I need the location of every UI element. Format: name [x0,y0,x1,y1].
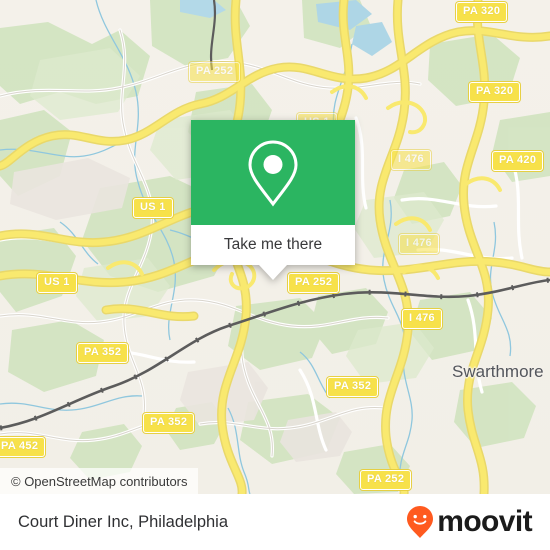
moovit-logo[interactable]: moovit [405,505,533,539]
road-shield[interactable]: PA 420 [492,151,544,171]
moovit-pin-smiley-icon [407,506,434,538]
popup-header [191,120,355,225]
osm-attribution[interactable]: © OpenStreetMap contributors [0,468,198,494]
location-popup-card[interactable]: Take me there [191,120,355,280]
place-label-swarthmore: Swarthmore [452,362,544,381]
road-shield[interactable]: PA 252 [288,273,340,293]
location-pin-icon [248,139,298,206]
osm-attribution-text: © OpenStreetMap contributors [11,473,188,489]
road-shield[interactable]: PA 352 [327,377,379,397]
map-canvas[interactable]: Swarthmore PA 320 PA 252 PA 320 US 1 I 4… [0,0,550,494]
popup-action-bar[interactable]: Take me there [191,225,355,265]
road-shield[interactable]: PA 452 [0,437,46,457]
road-shield[interactable]: I 476 [402,309,442,329]
road-shield[interactable]: US 1 [37,273,77,293]
place-title: Court Diner Inc, Philadelphia [18,512,229,531]
take-me-there-label: Take me there [223,236,323,253]
road-shield[interactable]: PA 320 [469,82,521,102]
popup-pointer [259,265,287,280]
road-shield[interactable]: US 1 [133,198,173,218]
road-shield[interactable]: I 476 [391,150,431,170]
road-shield[interactable]: PA 252 [189,62,241,82]
road-shield[interactable]: I 476 [399,234,439,254]
road-shield[interactable]: PA 352 [77,343,129,363]
footer-bar: Court Diner Inc, Philadelphia moovit [0,494,550,550]
moovit-wordmark: moovit [437,505,532,538]
road-shield[interactable]: PA 352 [143,413,195,433]
map-screen: Swarthmore PA 320 PA 252 PA 320 US 1 I 4… [0,0,550,550]
road-shield[interactable]: PA 320 [456,2,508,22]
road-shield[interactable]: PA 252 [360,470,412,490]
